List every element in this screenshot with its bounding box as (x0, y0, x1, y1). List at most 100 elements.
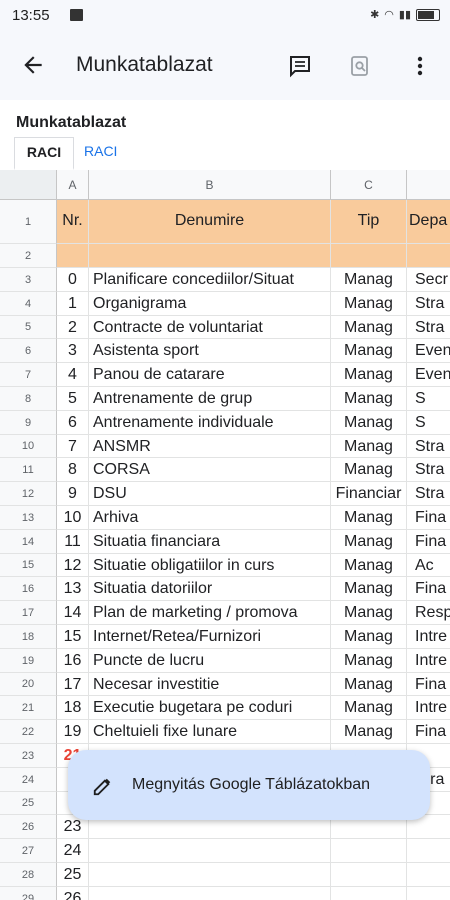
cell-denumire[interactable]: Executie bugetara pe coduri (89, 696, 331, 720)
cell-departament[interactable]: Stra (407, 292, 450, 316)
cell-tip[interactable]: Manag (331, 673, 407, 696)
row-number[interactable]: 25 (0, 792, 57, 815)
row-number[interactable]: 7 (0, 363, 57, 387)
cell-denumire[interactable]: Situatia financiara (89, 530, 331, 554)
cell-tip[interactable]: Manag (331, 554, 407, 577)
cell-departament[interactable]: Even (407, 339, 450, 363)
cell-departament[interactable]: Fina (407, 673, 450, 696)
cell-nr[interactable]: 14 (57, 601, 89, 625)
header-tip[interactable]: Tip (331, 200, 407, 244)
header-departament[interactable]: Depa (407, 200, 450, 244)
open-in-google-sheets-button[interactable]: Megnyitás Google Táblázatokban (68, 750, 430, 820)
row-number[interactable]: 15 (0, 554, 57, 577)
cell[interactable] (407, 244, 450, 268)
cell-departament[interactable]: Stra (407, 316, 450, 339)
cell-nr[interactable]: 15 (57, 625, 89, 649)
cell-tip[interactable]: Manag (331, 411, 407, 435)
cell-denumire[interactable] (89, 839, 331, 863)
cell[interactable] (89, 244, 331, 268)
cell-tip[interactable]: Manag (331, 649, 407, 673)
cell-tip[interactable] (331, 839, 407, 863)
row-number[interactable]: 26 (0, 815, 57, 839)
cell-departament[interactable]: Ac (407, 554, 450, 577)
cell[interactable] (57, 244, 89, 268)
cell-departament[interactable]: Secr (407, 268, 450, 292)
cell-tip[interactable] (331, 887, 407, 900)
cell-nr[interactable]: 3 (57, 339, 89, 363)
cell-tip[interactable]: Manag (331, 268, 407, 292)
cell-departament[interactable] (407, 887, 450, 900)
cell-denumire[interactable]: Asistenta sport (89, 339, 331, 363)
cell-departament[interactable]: Fina (407, 577, 450, 601)
cell-departament[interactable]: Even (407, 363, 450, 387)
find-in-page-icon[interactable] (348, 54, 372, 78)
cell-tip[interactable]: Manag (331, 530, 407, 554)
row-number[interactable]: 27 (0, 839, 57, 863)
cell-nr[interactable]: 17 (57, 673, 89, 696)
column-header-c[interactable]: C (331, 170, 407, 200)
row-number[interactable]: 3 (0, 268, 57, 292)
row-number[interactable]: 13 (0, 506, 57, 530)
cell-denumire[interactable]: Situatia datoriilor (89, 577, 331, 601)
cell-tip[interactable]: Manag (331, 363, 407, 387)
cell-denumire[interactable]: Panou de catarare (89, 363, 331, 387)
row-number[interactable]: 6 (0, 339, 57, 363)
cell-tip[interactable]: Manag (331, 506, 407, 530)
cell-denumire[interactable] (89, 863, 331, 887)
cell-tip[interactable]: Manag (331, 339, 407, 363)
cell-denumire[interactable]: CORSA (89, 458, 331, 482)
cell-tip[interactable]: Manag (331, 387, 407, 411)
cell-departament[interactable]: Fina (407, 720, 450, 744)
row-number[interactable]: 4 (0, 292, 57, 316)
cell-tip[interactable]: Manag (331, 292, 407, 316)
header-denumire[interactable]: Denumire (89, 200, 331, 244)
cell-tip[interactable]: Manag (331, 435, 407, 458)
cell-denumire[interactable]: Plan de marketing / promova (89, 601, 331, 625)
cell-denumire[interactable]: Necesar investitie (89, 673, 331, 696)
cell-departament[interactable]: Stra (407, 458, 450, 482)
cell-nr[interactable]: 1 (57, 292, 89, 316)
row-number[interactable]: 21 (0, 696, 57, 720)
cell-nr[interactable]: 26 (57, 887, 89, 900)
cell-departament[interactable]: Resp (407, 601, 450, 625)
cell[interactable] (331, 244, 407, 268)
row-number[interactable]: 29 (0, 887, 57, 900)
cell-nr[interactable]: 12 (57, 554, 89, 577)
header-nr[interactable]: Nr. (57, 200, 89, 244)
cell-nr[interactable]: 24 (57, 839, 89, 863)
row-number[interactable]: 1 (0, 200, 57, 244)
cell-denumire[interactable]: Cheltuieli fixe lunare (89, 720, 331, 744)
cell-departament[interactable]: Stra (407, 482, 450, 506)
cell-denumire[interactable]: Puncte de lucru (89, 649, 331, 673)
cell-departament[interactable]: Fina (407, 530, 450, 554)
cell-tip[interactable]: Manag (331, 601, 407, 625)
row-number[interactable]: 22 (0, 720, 57, 744)
row-number[interactable]: 24 (0, 768, 57, 792)
cell-tip[interactable]: Manag (331, 720, 407, 744)
cell-nr[interactable]: 25 (57, 863, 89, 887)
cell-nr[interactable]: 5 (57, 387, 89, 411)
cell-denumire[interactable] (89, 887, 331, 900)
row-number[interactable]: 5 (0, 316, 57, 339)
cell-nr[interactable]: 4 (57, 363, 89, 387)
cell-nr[interactable]: 6 (57, 411, 89, 435)
cell-departament[interactable]: Intre (407, 649, 450, 673)
cell-departament[interactable] (407, 863, 450, 887)
cell-tip[interactable] (331, 863, 407, 887)
cell-departament[interactable] (407, 839, 450, 863)
row-number[interactable]: 2 (0, 244, 57, 268)
more-vert-icon[interactable] (408, 52, 432, 80)
cell-nr[interactable]: 13 (57, 577, 89, 601)
cell-nr[interactable]: 16 (57, 649, 89, 673)
cell-nr[interactable]: 2 (57, 316, 89, 339)
cell-departament[interactable]: Intre (407, 625, 450, 649)
cell-nr[interactable]: 8 (57, 458, 89, 482)
cell-departament[interactable]: S (407, 411, 450, 435)
cell-nr[interactable]: 18 (57, 696, 89, 720)
cell-denumire[interactable]: Antrenamente individuale (89, 411, 331, 435)
cell-nr[interactable]: 10 (57, 506, 89, 530)
row-number[interactable]: 19 (0, 649, 57, 673)
cell-departament[interactable]: Fina (407, 506, 450, 530)
cell-tip[interactable]: Manag (331, 458, 407, 482)
cell-denumire[interactable]: DSU (89, 482, 331, 506)
